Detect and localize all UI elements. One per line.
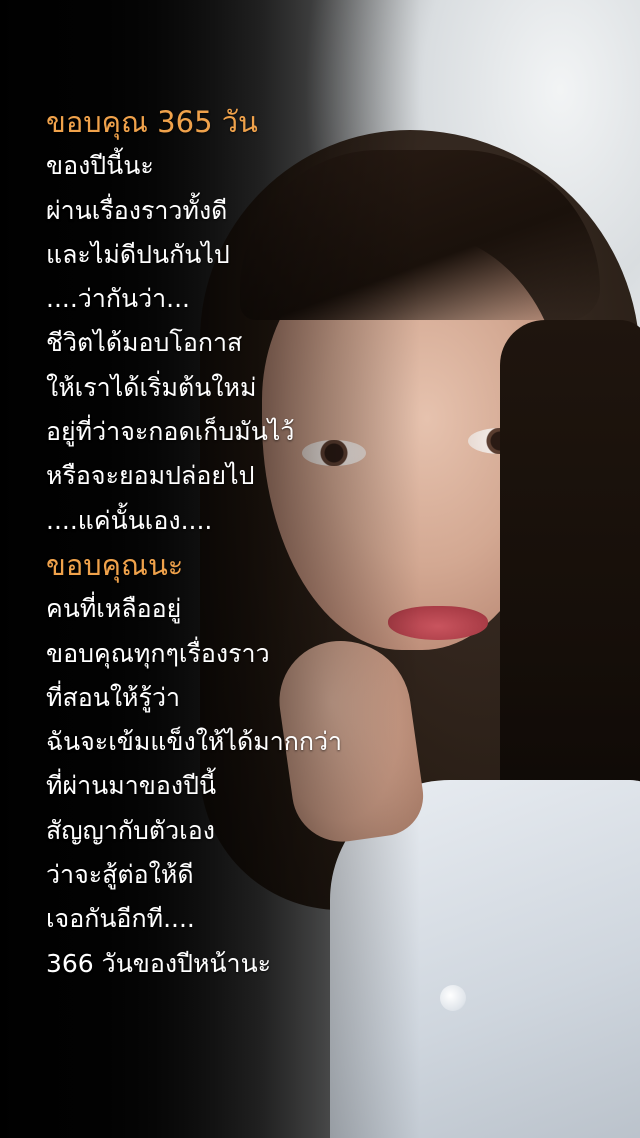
poem-line: หรือจะยอมปล่อยไป [46, 461, 255, 491]
poem-line: ....ว่ากันว่า... [46, 284, 191, 314]
poem-line: ที่ผ่านมาของปีนี้ [46, 771, 217, 801]
poem-line: ฉันจะเข้มแข็งให้ได้มากกว่า [46, 727, 343, 757]
poem-line: ให้เราได้เริ่มต้นใหม่ [46, 372, 257, 402]
poem-line: สัญญากับตัวเอง [46, 815, 215, 845]
image-canvas: ขอบคุณ 365 วัน ของปีนี้นะ ผ่านเรื่องราวท… [0, 0, 640, 1138]
poem-line: ขอบคุณ 365 วัน [46, 105, 258, 139]
poem-line: ขอบคุณทุกๆเรื่องราว [46, 638, 270, 668]
poem-line: ขอบคุณนะ [46, 547, 184, 582]
poem-line: ของปีนี้นะ [46, 151, 154, 181]
poem-line: ผ่านเรื่องราวทั้งดี [46, 195, 228, 225]
poem-line: ชีวิตได้มอบโอกาส [46, 328, 243, 358]
poem-line: ....แค่นั้นเอง.... [46, 505, 213, 535]
poem-line: เจอกันอีกที.... [46, 904, 195, 934]
poem-line: ที่สอนให้รู้ว่า [46, 682, 181, 712]
poem-line: คนที่เหลืออยู่ [46, 594, 182, 624]
poem-line: ว่าจะสู้ต่อให้ดี [46, 860, 194, 890]
poem-text-block: ขอบคุณ 365 วัน ของปีนี้นะ ผ่านเรื่องราวท… [46, 100, 376, 986]
poem-line: และไม่ดีปนกันไป [46, 239, 230, 269]
poem-line: 366 วันของปีหน้านะ [46, 948, 272, 978]
poem-line: อยู่ที่ว่าจะกอดเก็บมันไว้ [46, 417, 295, 447]
